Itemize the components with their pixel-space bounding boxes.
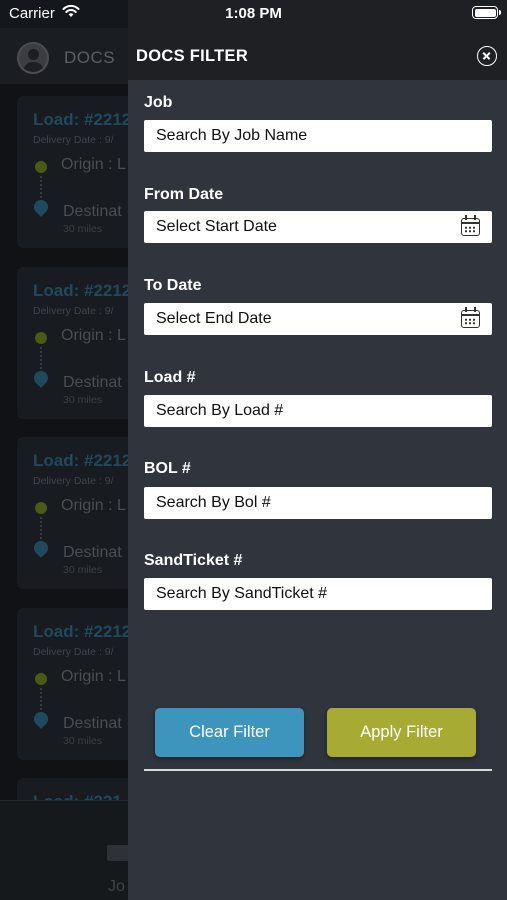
origin-dot-icon [35,161,47,173]
origin-text: Origin : L [61,668,126,685]
battery-icon [472,6,501,19]
job-field[interactable] [144,120,492,152]
avatar[interactable] [17,42,49,74]
bol-label: BOL # [144,460,191,477]
to-date-field[interactable] [144,303,492,335]
job-label: Job [144,94,173,111]
destination-text: Destinat [63,374,122,391]
route-line [40,688,42,714]
destination-text: Destinat [63,203,122,220]
delivery-date: Delivery Date : 9/ [33,305,114,317]
job-input[interactable] [144,120,492,152]
route-line [40,347,42,373]
origin-text: Origin : L [61,156,126,173]
from-date-label: From Date [144,186,224,203]
app-screen: Carrier 1:08 PM DOCS Load: #2212 Deliver… [0,0,507,900]
tab-jobs-label[interactable]: Jo [108,878,125,896]
origin-text: Origin : L [61,497,126,514]
from-date-input[interactable] [144,211,492,243]
load-number: Load: #2212 [33,451,132,470]
origin-dot-icon [35,332,47,344]
delivery-date: Delivery Date : 9/ [33,475,114,487]
calendar-icon[interactable] [461,307,480,328]
miles-text: 30 miles [63,735,103,747]
miles-text: 30 miles [63,223,103,235]
apply-filter-button[interactable]: Apply Filter [327,708,476,757]
origin-dot-icon [35,673,47,685]
load-number: Load: #2212 [33,622,132,641]
close-icon[interactable] [477,46,497,66]
clock-time: 1:08 PM [225,5,282,22]
delivery-date: Delivery Date : 9/ [33,646,114,658]
location-pin-icon [31,368,51,388]
clear-filter-button[interactable]: Clear Filter [155,708,304,757]
divider [144,769,492,771]
load-input[interactable] [144,395,492,427]
miles-text: 30 miles [63,394,103,406]
destination-text: Destinat [63,715,122,732]
to-date-label: To Date [144,277,202,294]
route-line [40,517,42,543]
truck-icon[interactable] [107,845,129,861]
location-pin-icon [31,709,51,729]
delivery-date: Delivery Date : 9/ [33,134,114,146]
docs-page-title: DOCS [64,48,116,67]
route-line [40,176,42,202]
from-date-field[interactable] [144,211,492,243]
drawer-title: DOCS FILTER [136,47,249,65]
load-number: Load: #2212 [33,281,132,300]
docs-filter-drawer: DOCS FILTER Job From Date To Date Load #… [128,0,507,900]
to-date-input[interactable] [144,303,492,335]
destination-text: Destinat [63,544,122,561]
bol-input[interactable] [144,487,492,519]
load-number: Load: #2212 [33,110,132,129]
calendar-icon[interactable] [461,215,480,236]
load-label: Load # [144,369,196,386]
sand-ticket-field[interactable] [144,578,492,610]
origin-dot-icon [35,502,47,514]
origin-text: Origin : L [61,327,126,344]
location-pin-icon [31,197,51,217]
load-field[interactable] [144,395,492,427]
location-pin-icon [31,538,51,558]
bol-field[interactable] [144,487,492,519]
miles-text: 30 miles [63,564,103,576]
sand-ticket-label: SandTicket # [144,552,243,569]
sand-ticket-input[interactable] [144,578,492,610]
status-bar: Carrier 1:08 PM [0,0,507,28]
